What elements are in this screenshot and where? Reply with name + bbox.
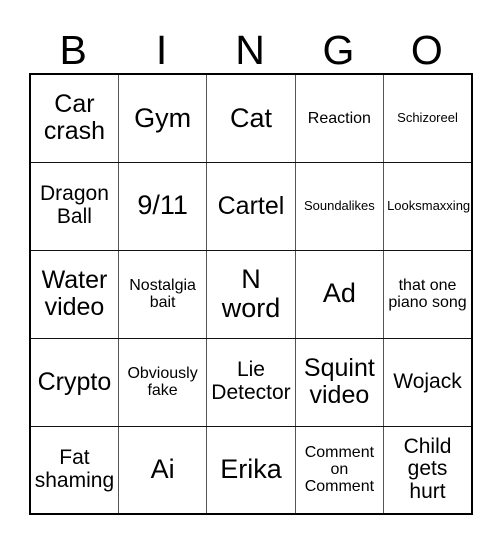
bingo-cell-label: Child gets hurt: [403, 434, 452, 504]
bingo-row: Car crash Gym Cat Reaction Schizoreel: [29, 73, 473, 163]
bingo-cell[interactable]: Child gets hurt: [383, 425, 473, 515]
bingo-cell[interactable]: Lie Detector: [206, 337, 296, 427]
bingo-cell-label: Nostalgia bait: [129, 276, 196, 311]
bingo-cell[interactable]: Cat: [206, 73, 296, 163]
bingo-cell-label: Soundalikes: [303, 197, 375, 213]
bingo-cell[interactable]: Reaction: [294, 73, 385, 163]
bingo-row: Fat shaming Ai Erika Comment on Comment …: [29, 425, 473, 515]
bingo-cell[interactable]: Nostalgia bait: [117, 249, 208, 339]
bingo-row: Crypto Obviously fake Lie Detector Squin…: [29, 337, 473, 427]
bingo-cell[interactable]: Schizoreel: [383, 73, 473, 163]
bingo-cell-label: N word: [221, 263, 281, 323]
header-letter-o: O: [410, 27, 443, 73]
bingo-card: B I N G O Car crash Gym Cat Reaction Sch…: [29, 14, 473, 515]
header-letter-i: I: [155, 27, 168, 73]
bingo-cell-label: Dragon Ball: [40, 182, 109, 228]
bingo-cell[interactable]: that one piano song: [383, 249, 473, 339]
bingo-cell[interactable]: Car crash: [29, 73, 119, 163]
bingo-header-row: B I N G O: [29, 14, 471, 73]
bingo-cell[interactable]: Obviously fake: [117, 337, 208, 427]
bingo-cell[interactable]: Fat shaming: [29, 425, 119, 515]
header-letter-n: N: [235, 27, 265, 73]
header-letter-g: G: [322, 27, 355, 73]
bingo-cell-label: Fat shaming: [34, 446, 115, 492]
header-letter-b: B: [59, 27, 87, 73]
bingo-cell-label: Erika: [220, 454, 282, 485]
bingo-cell-label: Crypto: [37, 367, 112, 396]
bingo-cell-label: Ai: [150, 454, 175, 485]
bingo-cell[interactable]: Ai: [117, 425, 208, 515]
bingo-cell[interactable]: Dragon Ball: [29, 161, 119, 251]
bingo-cell-label: Schizoreel: [397, 110, 458, 126]
bingo-cell[interactable]: Ad: [294, 249, 385, 339]
bingo-cell[interactable]: Erika: [206, 425, 296, 515]
bingo-cell-label: Ad: [322, 278, 356, 309]
bingo-cell-label: Cat: [229, 102, 272, 133]
bingo-cell-label: 9/11: [137, 190, 188, 221]
bingo-cell-label: that one piano song: [388, 276, 467, 311]
bingo-cell[interactable]: Looksmaxxing: [383, 161, 473, 251]
bingo-cell[interactable]: Wojack: [383, 337, 473, 427]
bingo-row: Water video Nostalgia bait N word Ad tha…: [29, 249, 473, 339]
bingo-grid: Car crash Gym Cat Reaction Schizoreel Dr…: [29, 73, 473, 515]
bingo-cell[interactable]: Squint video: [294, 337, 385, 427]
bingo-cell[interactable]: Gym: [117, 73, 208, 163]
bingo-cell[interactable]: Cartel: [206, 161, 296, 251]
bingo-cell[interactable]: Comment on Comment: [294, 425, 385, 515]
bingo-cell-label: Comment on Comment: [304, 443, 375, 496]
bingo-cell[interactable]: N word: [206, 249, 296, 339]
bingo-cell[interactable]: 9/11: [117, 161, 208, 251]
bingo-cell-label: Squint video: [303, 354, 375, 409]
bingo-row: Dragon Ball 9/11 Cartel Soundalikes Look…: [29, 161, 473, 251]
bingo-cell[interactable]: Water video: [29, 249, 119, 339]
bingo-cell[interactable]: Crypto: [29, 337, 119, 427]
bingo-cell-label: Reaction: [307, 109, 371, 127]
bingo-cell-label: Lie Detector: [211, 358, 291, 404]
bingo-cell-label: Car crash: [43, 90, 106, 146]
bingo-cell-label: Cartel: [217, 191, 285, 220]
bingo-cell-label: Water video: [41, 266, 108, 321]
bingo-cell-label: Gym: [134, 102, 192, 133]
bingo-cell[interactable]: Soundalikes: [294, 161, 385, 251]
bingo-cell-label: Obviously fake: [127, 364, 198, 399]
bingo-cell-label: Wojack: [393, 369, 462, 393]
bingo-cell-label: Looksmaxxing: [387, 197, 471, 213]
